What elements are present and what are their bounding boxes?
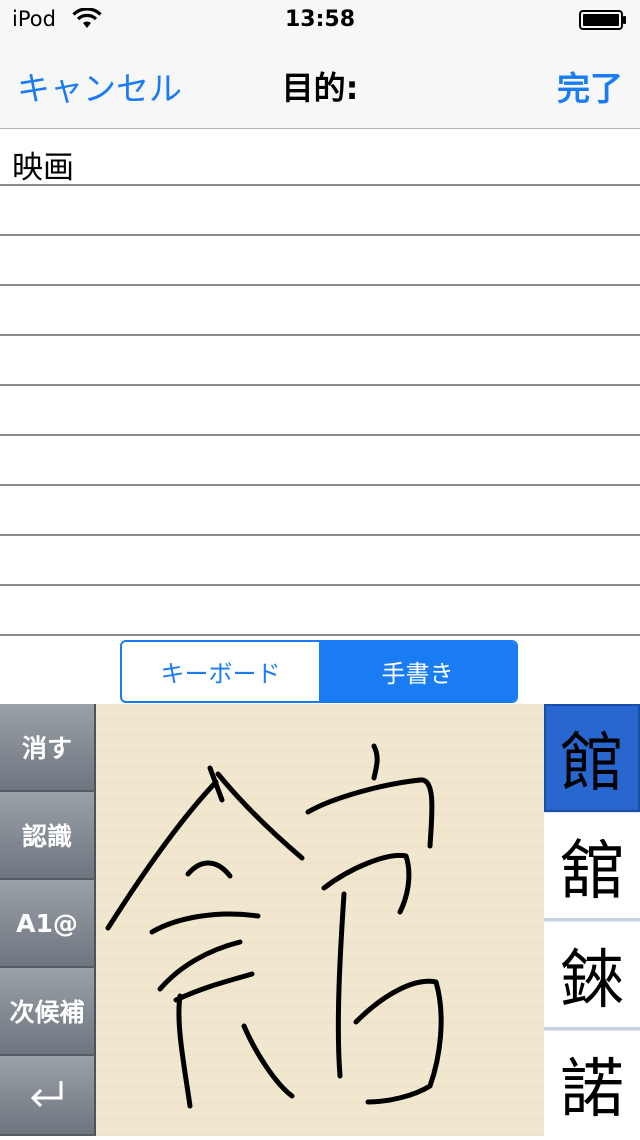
input-mode-segmented-control: キーボード 手書き xyxy=(120,640,518,703)
rule-line xyxy=(0,484,640,486)
rule-line xyxy=(0,234,640,236)
return-button[interactable] xyxy=(0,1056,96,1136)
alphanumeric-button[interactable]: A1@ xyxy=(0,880,96,968)
rule-line xyxy=(0,384,640,386)
navigation-bar: キャンセル 目的: 完了 xyxy=(0,40,640,129)
done-button[interactable]: 完了 xyxy=(557,62,623,110)
candidate-item[interactable]: 諾 xyxy=(544,1031,640,1136)
rule-line xyxy=(0,434,640,436)
return-arrow-icon xyxy=(30,1081,63,1108)
text-content: 映画 xyxy=(12,150,74,186)
rule-line xyxy=(0,284,640,286)
candidate-item[interactable]: 舘 xyxy=(544,813,640,921)
handwriting-keyboard: 消す 認識 A1@ 次候補 館 舘 錸 諾 xyxy=(0,704,640,1136)
rule-line xyxy=(0,584,640,586)
erase-button[interactable]: 消す xyxy=(0,704,96,792)
page-title: 目的: xyxy=(281,69,359,107)
battery-icon xyxy=(579,10,626,30)
candidate-item[interactable]: 錸 xyxy=(544,922,640,1030)
tab-keyboard[interactable]: キーボード xyxy=(122,642,319,701)
text-input-area[interactable]: 映画 xyxy=(0,129,640,636)
handwriting-canvas[interactable] xyxy=(96,704,544,1136)
recognize-button[interactable]: 認識 xyxy=(0,792,96,880)
rule-line xyxy=(0,184,640,186)
tool-column: 消す 認識 A1@ 次候補 xyxy=(0,704,96,1136)
rule-line xyxy=(0,534,640,536)
status-bar: iPod 13:58 xyxy=(0,0,640,40)
status-time: 13:58 xyxy=(284,7,356,32)
rule-line xyxy=(0,634,640,636)
next-candidate-button[interactable]: 次候補 xyxy=(0,968,96,1056)
handwritten-strokes xyxy=(105,743,444,1109)
rule-line xyxy=(0,334,640,336)
candidate-list: 館 舘 錸 諾 xyxy=(544,704,640,1136)
candidate-item[interactable]: 館 xyxy=(544,704,640,812)
tab-handwriting[interactable]: 手書き xyxy=(319,642,516,701)
